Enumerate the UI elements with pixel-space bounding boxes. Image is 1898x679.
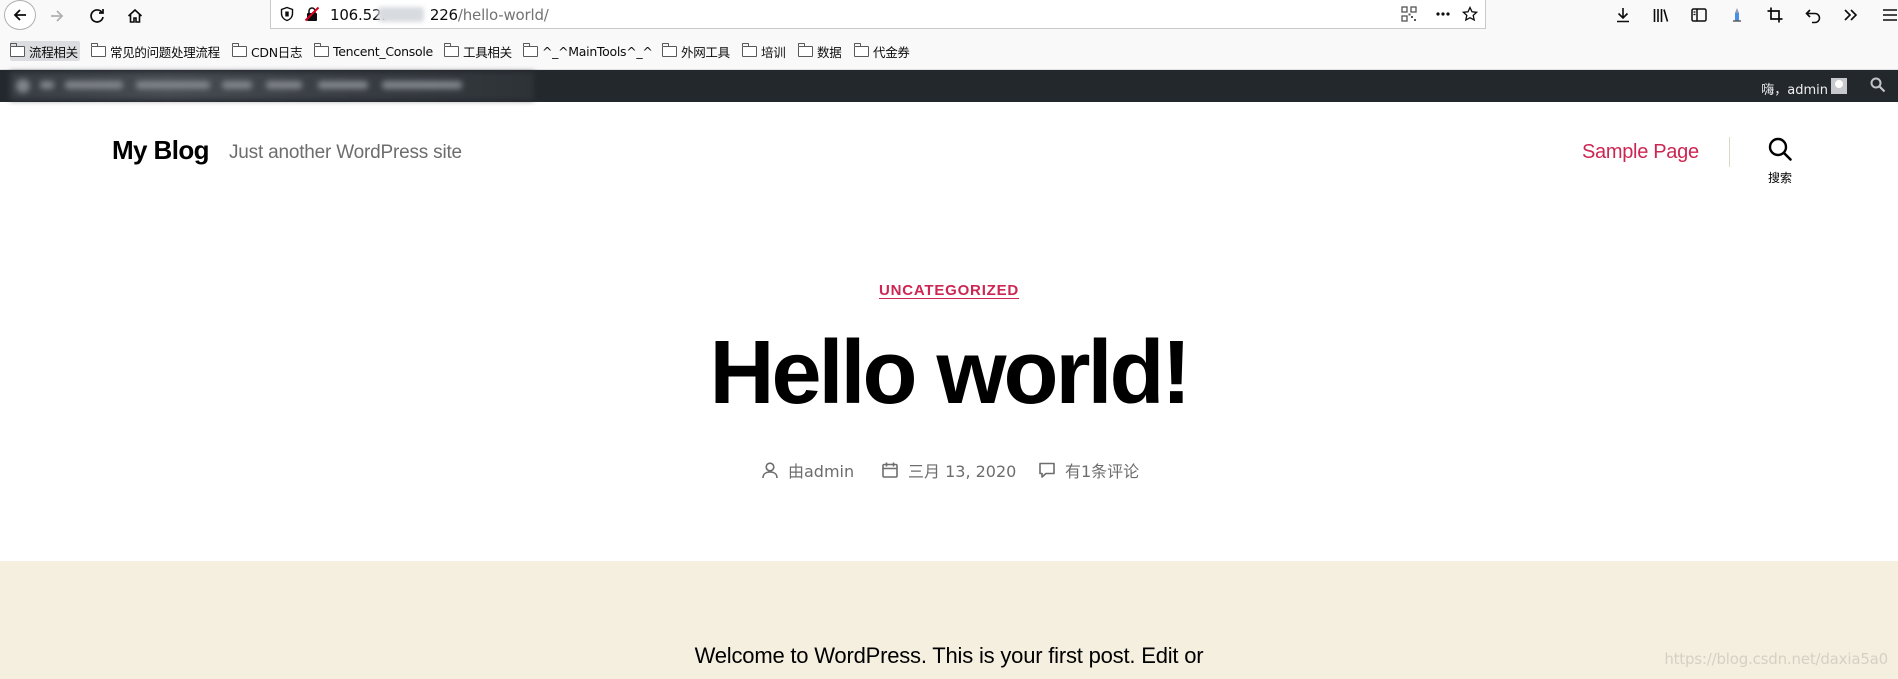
bookmark-folder[interactable]: 外网工具 [661, 41, 730, 61]
post-excerpt: Welcome to WordPress. This is your first… [694, 643, 1204, 668]
bookmark-star-icon[interactable] [1462, 6, 1478, 22]
back-button[interactable] [4, 0, 36, 30]
url-text[interactable]: 106.52. 226/hello-world/ [330, 6, 549, 24]
insecure-lock-icon[interactable] [304, 6, 320, 22]
folder-icon [231, 42, 247, 57]
bookmark-folder[interactable]: 常见的问题处理流程 [90, 41, 220, 61]
bookmarks-bar: 流程相关 常见的问题处理流程 CDN日志 Tencent_Console 工具相… [0, 32, 1898, 70]
bookmark-label: Tencent_Console [333, 43, 433, 59]
download-icon[interactable] [1614, 6, 1632, 24]
post-comments[interactable]: 有1条评论 [1038, 459, 1139, 481]
post-date-text: 三月 13, 2020 [908, 462, 1017, 481]
bookmark-label: ^_^MainTools^_^ [542, 43, 653, 59]
shield-icon[interactable] [279, 6, 295, 22]
search-icon [1768, 137, 1792, 161]
forward-button[interactable] [42, 2, 72, 30]
category-link[interactable]: UNCATEGORIZED [879, 282, 1019, 299]
comment-icon [1039, 462, 1055, 478]
arrow-right-icon [51, 10, 64, 22]
url-bar[interactable]: 106.52. 226/hello-world/ [270, 0, 1486, 29]
folder-icon [797, 42, 813, 57]
person-icon [762, 462, 778, 479]
arrow-left-icon [13, 9, 26, 21]
folder-icon [90, 42, 106, 57]
qr-code-icon[interactable] [1401, 6, 1417, 22]
watermark: https://blog.csdn.net/daxia5a0 [1664, 650, 1888, 668]
screenshot-crop-icon[interactable] [1766, 6, 1784, 24]
folder-icon [661, 42, 677, 57]
avatar[interactable] [1831, 78, 1847, 94]
folder-icon [741, 42, 757, 57]
bookmark-label: 代金券 [873, 44, 910, 60]
reload-icon [90, 9, 104, 23]
bookmark-folder[interactable]: ^_^MainTools^_^ [522, 41, 653, 61]
folder-icon [443, 42, 459, 57]
url-host-tail: 226 [429, 6, 458, 24]
howdy-user[interactable]: 嗨，admin [1761, 79, 1828, 98]
bookmark-folder[interactable]: CDN日志 [231, 41, 303, 61]
folder-icon [9, 42, 25, 57]
sidebar-icon[interactable] [1690, 6, 1708, 24]
bookmark-folder[interactable]: 培训 [741, 41, 786, 61]
nav-link-sample-page[interactable]: Sample Page [1582, 141, 1699, 164]
post-comments-text: 有1条评论 [1065, 462, 1140, 481]
bookmark-folder[interactable]: Tencent_Console [313, 41, 433, 61]
bookmark-label: 流程相关 [29, 44, 78, 60]
redacted-ip-blur [378, 7, 424, 22]
bookmark-label: 工具相关 [463, 44, 512, 60]
bookmark-folder[interactable]: 流程相关 [9, 41, 80, 61]
calendar-icon [882, 462, 898, 478]
bookmark-folder[interactable]: 工具相关 [443, 41, 512, 61]
home-button[interactable] [120, 2, 150, 30]
undo-icon[interactable] [1804, 6, 1822, 24]
library-icon[interactable] [1652, 6, 1670, 24]
post-title: Hello world! [709, 323, 1192, 423]
folder-icon [522, 42, 538, 57]
folder-icon [313, 42, 329, 57]
more-actions-icon[interactable] [1435, 6, 1451, 22]
menu-icon[interactable] [1880, 6, 1898, 24]
bookmark-label: 培训 [761, 44, 786, 60]
bookmark-label: CDN日志 [251, 44, 303, 60]
bookmark-label: 数据 [817, 44, 842, 60]
redacted-admin-menu [10, 72, 534, 100]
site-description: Just another WordPress site [229, 142, 462, 163]
overflow-chevron-icon[interactable] [1842, 6, 1860, 24]
extension-icon[interactable] [1728, 6, 1746, 24]
wp-admin-bar: 嗨，admin [0, 70, 1898, 102]
home-icon [127, 8, 143, 23]
divider [1729, 137, 1730, 167]
site-title[interactable]: My Blog [112, 135, 210, 166]
folder-icon [853, 42, 869, 57]
bookmark-folder[interactable]: 数据 [797, 41, 842, 61]
search-icon[interactable] [1869, 76, 1887, 94]
bookmark-label: 外网工具 [681, 44, 730, 60]
bookmark-label: 常见的问题处理流程 [110, 44, 220, 60]
post-date[interactable]: 三月 13, 2020 [881, 459, 1016, 481]
post-author[interactable]: 由admin [761, 459, 854, 481]
search-label: 搜索 [1767, 171, 1792, 185]
browser-toolbar: 106.52. 226/hello-world/ [0, 0, 1898, 32]
url-path: /hello-world/ [457, 6, 549, 24]
bookmark-folder[interactable]: 代金券 [853, 41, 910, 61]
reload-button[interactable] [82, 2, 112, 30]
category-container: UNCATEGORIZED [0, 282, 1898, 300]
search-toggle-button[interactable]: 搜索 [1760, 136, 1800, 188]
post-author-text: 由admin [788, 462, 855, 481]
